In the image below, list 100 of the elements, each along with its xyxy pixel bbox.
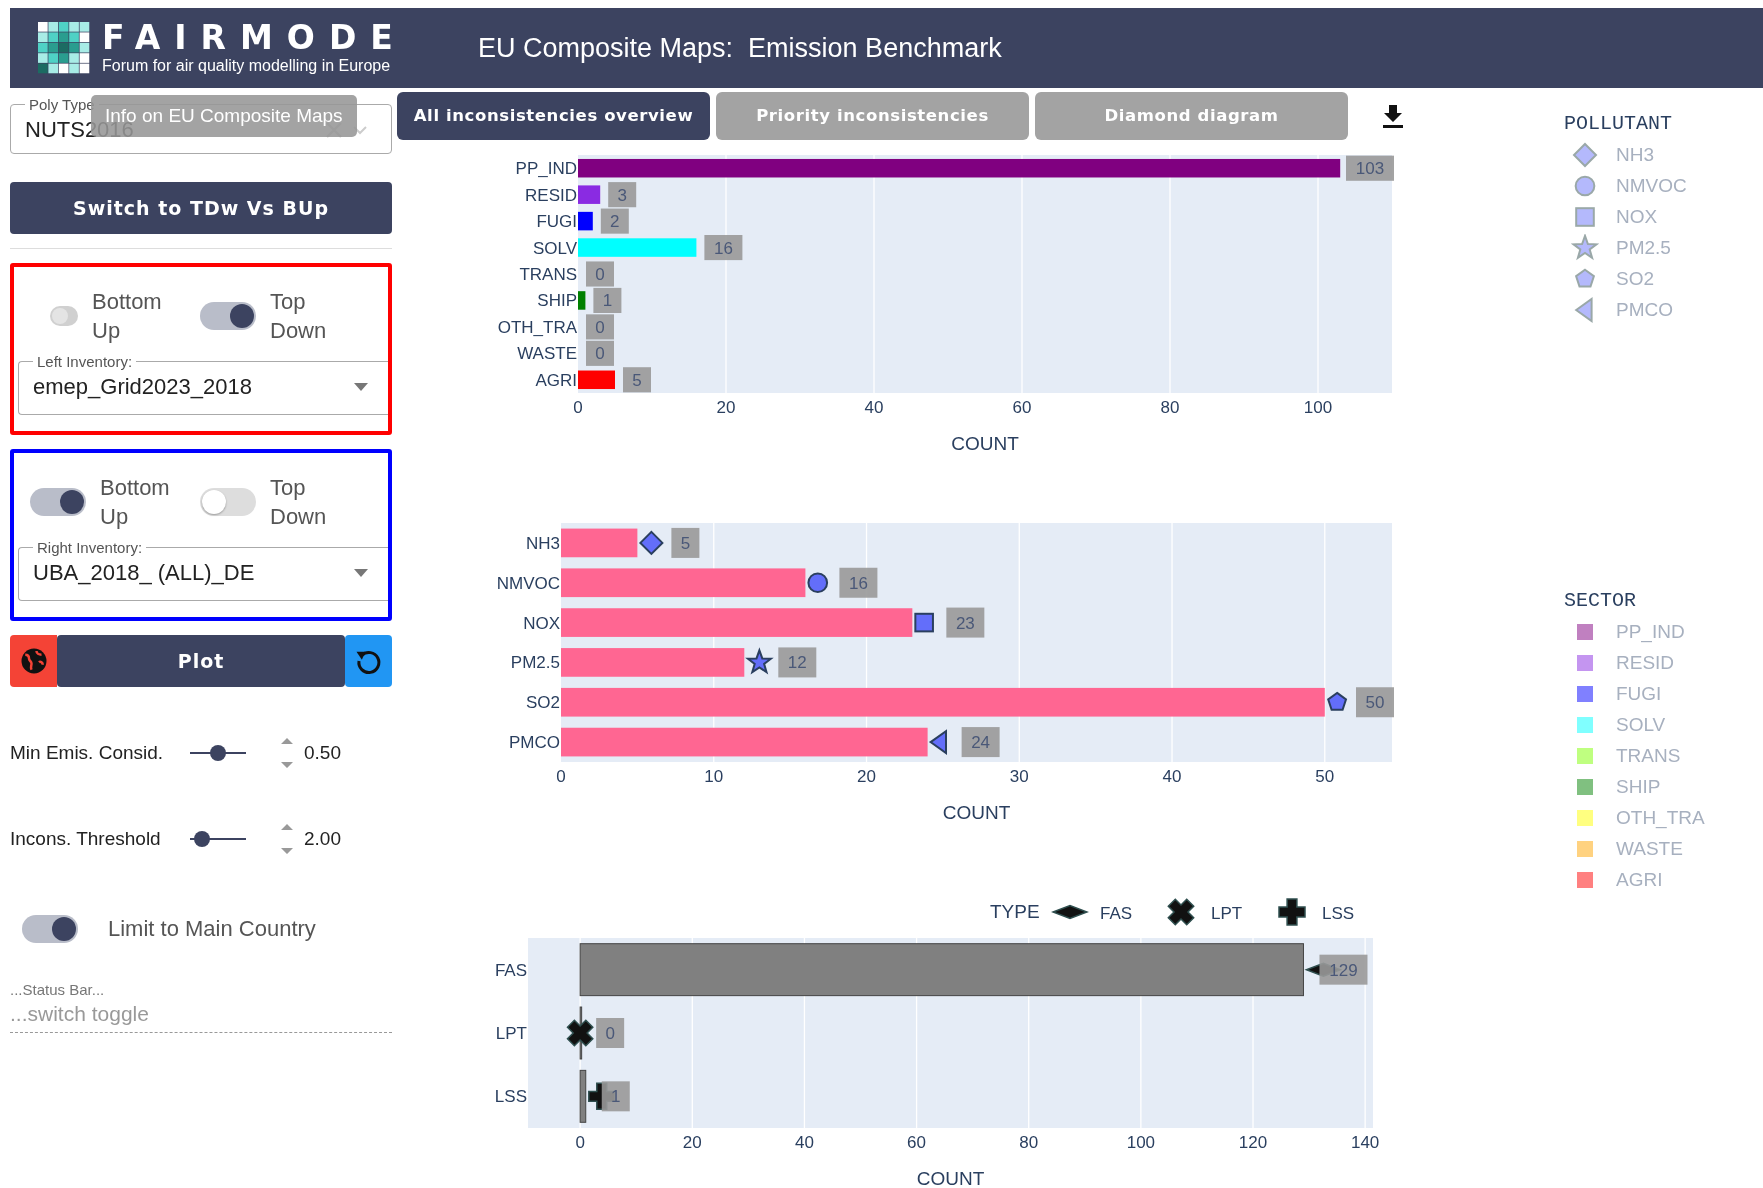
- caret-icon[interactable]: [354, 383, 368, 391]
- legend-title: SECTOR: [1564, 589, 1637, 612]
- slider-label: Incons. Threshold: [10, 828, 162, 850]
- value-label: 103: [1346, 155, 1394, 181]
- legend-label[interactable]: WASTE: [1616, 837, 1683, 860]
- field-value: UBA_2018_ (ALL)_DE: [33, 560, 255, 586]
- data-label: 0: [605, 1024, 615, 1043]
- diamond-icon: [1051, 904, 1089, 920]
- toggle-label: Bottom Up: [100, 474, 171, 531]
- slider-thumb[interactable]: [210, 745, 226, 761]
- category-label: NH3: [526, 533, 560, 553]
- toggle-switch[interactable]: [22, 915, 78, 943]
- category-label: FAS: [494, 960, 527, 980]
- data-label: 0: [595, 265, 605, 284]
- toggle-switch[interactable]: [200, 302, 256, 330]
- legend-label[interactable]: FUGI: [1616, 682, 1662, 705]
- value-label: 24: [961, 727, 1000, 758]
- axis-title: COUNT: [916, 1168, 985, 1188]
- category-label: PMCO: [509, 733, 560, 753]
- value-label: 16: [704, 235, 743, 261]
- value-label: 3: [608, 182, 637, 208]
- legend-label: LSS: [1322, 904, 1355, 923]
- legend-label[interactable]: RESID: [1616, 651, 1675, 674]
- status-bar-field[interactable]: ...switch toggle: [10, 1002, 392, 1026]
- legend-label[interactable]: NH3: [1616, 143, 1654, 166]
- value-label: 1: [593, 287, 622, 313]
- legend-label[interactable]: NMVOC: [1616, 174, 1687, 197]
- globe-button[interactable]: [10, 635, 57, 687]
- toggle-label: Top Down: [270, 474, 328, 531]
- legend-label[interactable]: AGRI: [1616, 868, 1663, 891]
- value-label: 50: [1356, 687, 1394, 718]
- switch-button[interactable]: Switch to TDw Vs BUp: [10, 182, 392, 234]
- tick-label: 40: [864, 398, 884, 417]
- data-label: 103: [1355, 159, 1385, 179]
- inventory-select[interactable]: Right Inventory: UBA_2018_ (ALL)_DE: [18, 539, 388, 601]
- data-label: 16: [713, 238, 733, 258]
- value-label: 5: [671, 527, 700, 558]
- tick-label: 40: [794, 1133, 814, 1152]
- category-label: WASTE: [517, 344, 577, 364]
- toggle-switch[interactable]: [30, 488, 86, 516]
- tick-label: 80: [1019, 1133, 1039, 1152]
- reset-button[interactable]: [345, 635, 392, 687]
- legend-label[interactable]: PMCO: [1616, 298, 1673, 321]
- legend-label[interactable]: PP_IND: [1616, 620, 1685, 643]
- spinner-icon[interactable]: [280, 822, 294, 856]
- slider-thumb[interactable]: [194, 831, 210, 847]
- square-icon: [1575, 206, 1595, 227]
- data-label: 0: [595, 344, 605, 364]
- tab[interactable]: Priority inconsistencies: [716, 91, 1029, 140]
- category-label: PP_IND: [515, 159, 577, 179]
- toggle-label: Bottom Up: [92, 288, 163, 345]
- legend-label[interactable]: NOX: [1616, 205, 1658, 228]
- logo-subtitle: Forum for air quality modelling in Europe: [102, 57, 392, 75]
- inventory-select[interactable]: Left Inventory: emep_Grid2023_2018: [18, 353, 388, 415]
- category-label: NMVOC: [496, 573, 560, 593]
- field-label: ...Status Bar...: [10, 981, 106, 998]
- tab[interactable]: Diamond diagram: [1035, 91, 1348, 140]
- data-label: 0: [595, 317, 605, 337]
- legend-label[interactable]: SOLV: [1616, 713, 1666, 736]
- spinner-icon[interactable]: [280, 736, 294, 770]
- slider-label: Min Emis. Consid.: [10, 742, 165, 764]
- tick-label: 60: [1012, 398, 1032, 417]
- legend-label: FAS: [1100, 904, 1133, 923]
- legend-label[interactable]: SHIP: [1616, 775, 1661, 798]
- number-value: 2.00: [304, 828, 341, 850]
- value-label: 0: [586, 261, 614, 287]
- toggle-label: Limit to Main Country: [108, 916, 316, 942]
- category-label: OTH_TRA: [497, 317, 577, 337]
- triangle-icon: [1574, 296, 1593, 323]
- caret-icon[interactable]: [354, 569, 368, 577]
- download-icon[interactable]: [1382, 103, 1404, 128]
- value-label: 0: [586, 314, 614, 340]
- legend-label[interactable]: SO2: [1616, 267, 1655, 290]
- star-icon: [1571, 233, 1599, 260]
- field-value: emep_Grid2023_2018: [33, 374, 252, 400]
- circle-icon: [1574, 175, 1596, 196]
- toggle-switch[interactable]: [200, 488, 256, 516]
- data-label: 1: [602, 291, 613, 311]
- legend-label[interactable]: PM2.5: [1616, 236, 1671, 259]
- axis-title: COUNT: [942, 802, 1011, 823]
- category-label: SOLV: [532, 238, 577, 258]
- plot-button[interactable]: Plot: [57, 635, 345, 687]
- category-label: FUGI: [536, 212, 577, 232]
- field-label: Poly Type: [28, 96, 96, 113]
- tick-label: 50: [1315, 767, 1335, 786]
- diamond-icon: [1572, 142, 1598, 167]
- tick-label: 0: [575, 1133, 585, 1152]
- tab[interactable]: All inconsistencies overview: [397, 91, 710, 140]
- value-label: 129: [1319, 954, 1368, 985]
- legend-label[interactable]: TRANS: [1616, 744, 1681, 767]
- tick-label: 20: [857, 767, 876, 786]
- legend-label[interactable]: OTH_TRA: [1616, 806, 1705, 829]
- tick-label: 20: [716, 398, 736, 417]
- x-mark-icon: [1167, 898, 1195, 926]
- category-label: PM2.5: [510, 653, 560, 673]
- tick-label: 100: [1126, 1133, 1156, 1152]
- category-label: LSS: [494, 1087, 527, 1107]
- value-label: 0: [596, 1018, 625, 1048]
- data-label: 129: [1329, 960, 1358, 980]
- page-title: EU Composite Maps: Emission Benchmark: [478, 32, 1002, 64]
